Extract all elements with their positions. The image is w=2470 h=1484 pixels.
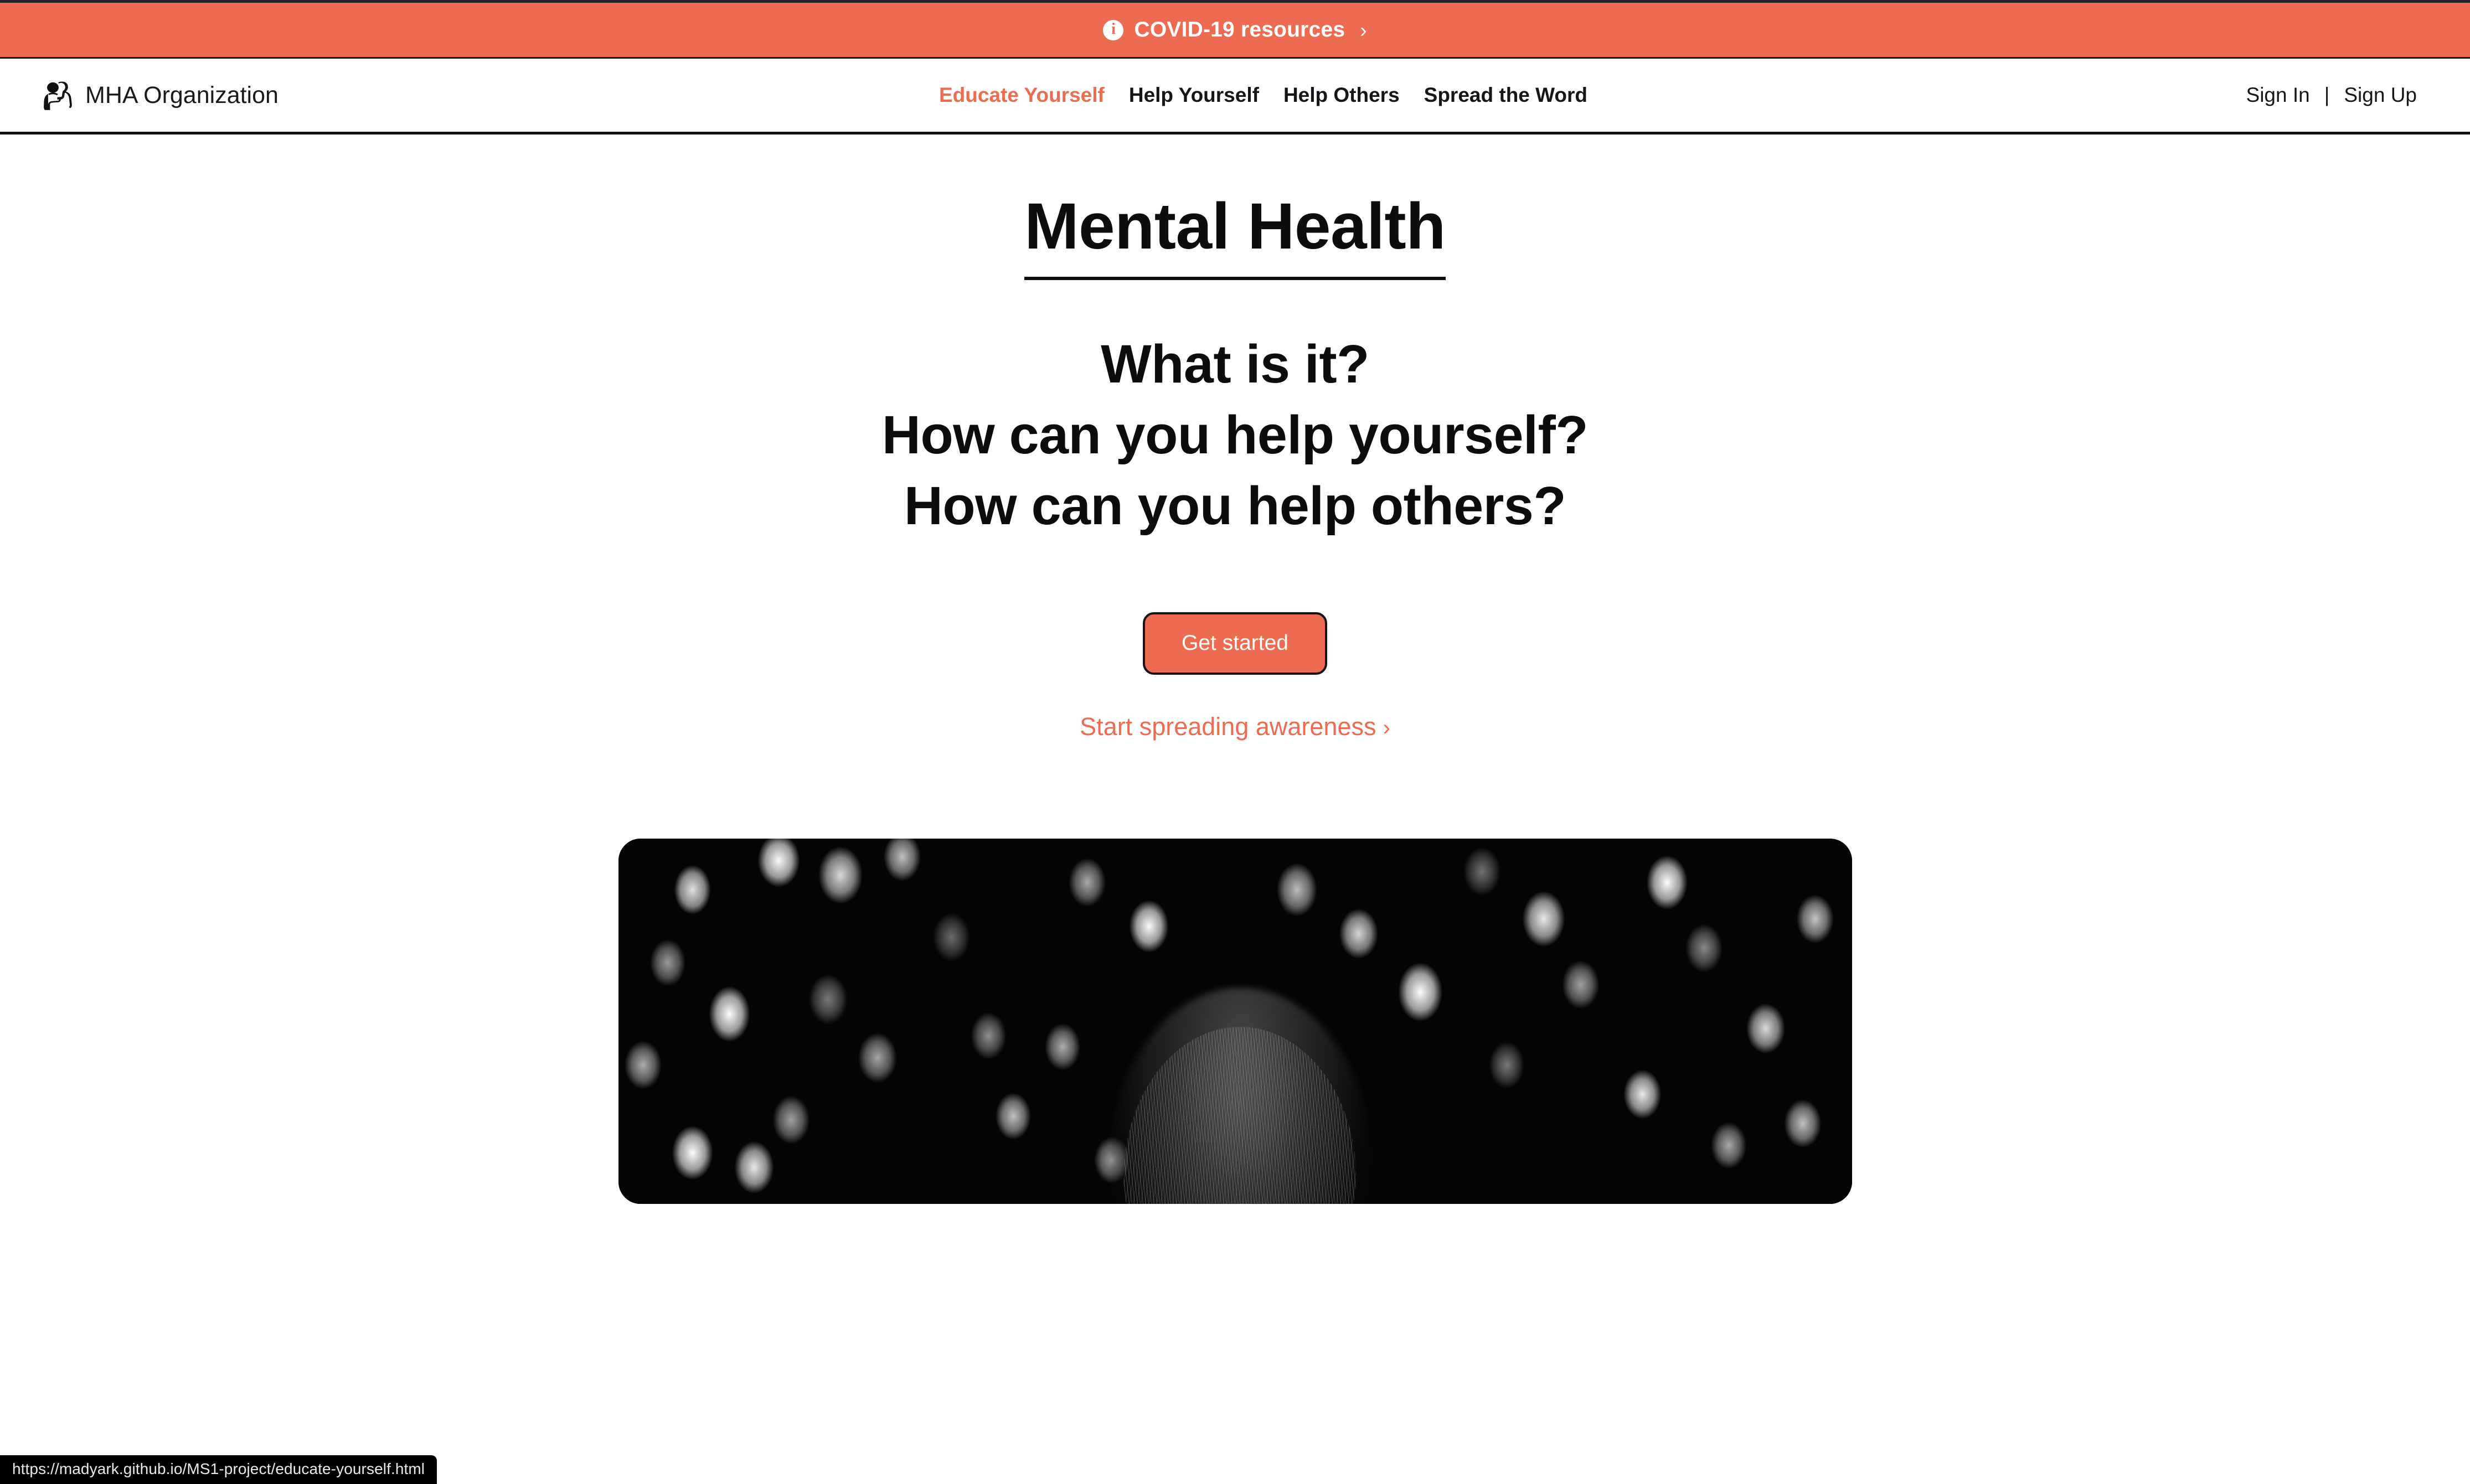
- main-navbar: MHA Organization Educate Yourself Help Y…: [0, 59, 2470, 135]
- brand-home-link[interactable]: MHA Organization: [40, 77, 279, 113]
- awareness-link-label: Start spreading awareness: [1080, 712, 1376, 741]
- hero-question-what-is-it: What is it?: [1101, 334, 1369, 394]
- nav-link-spread-the-word[interactable]: Spread the Word: [1424, 84, 1587, 107]
- brand-name-label: MHA Organization: [85, 81, 279, 108]
- nav-link-help-yourself[interactable]: Help Yourself: [1129, 84, 1259, 107]
- start-spreading-awareness-link[interactable]: Start spreading awareness ›: [1080, 712, 1390, 741]
- cta-container: Get started: [0, 612, 2470, 675]
- hero-question-help-yourself: How can you help yourself?: [881, 405, 1589, 466]
- info-circle-icon: i: [1103, 19, 1124, 40]
- sign-up-link[interactable]: Sign Up: [2344, 84, 2417, 107]
- sign-in-link[interactable]: Sign In: [2246, 84, 2310, 107]
- chevron-right-icon: ›: [1360, 18, 1367, 42]
- chevron-right-icon: ›: [1383, 715, 1390, 740]
- primary-nav: Educate Yourself Help Yourself Help Othe…: [939, 84, 1587, 107]
- nav-link-educate-yourself[interactable]: Educate Yourself: [939, 84, 1105, 107]
- hero-image-container: [0, 838, 2470, 1204]
- auth-nav: Sign In | Sign Up: [2246, 84, 2417, 107]
- covid-resources-banner[interactable]: i COVID-19 resources ›: [0, 3, 2470, 59]
- info-glyph: i: [1111, 20, 1116, 38]
- get-started-button[interactable]: Get started: [1143, 612, 1327, 675]
- covid-resources-link[interactable]: i COVID-19 resources ›: [1103, 18, 1367, 42]
- nav-link-help-others[interactable]: Help Others: [1283, 84, 1400, 107]
- hero-bokeh-portrait-image: [618, 838, 1852, 1204]
- hero-section: Mental Health What is it? How can you he…: [0, 135, 2470, 1204]
- covid-banner-label: COVID-19 resources: [1134, 18, 1345, 42]
- hero-question-help-others: How can you help others?: [904, 475, 1566, 536]
- page-title: Mental Health: [1024, 194, 1446, 280]
- hero-questions: What is it? How can you help yourself? H…: [0, 329, 2470, 541]
- awareness-container: Start spreading awareness ›: [0, 712, 2470, 741]
- two-people-embracing-logo-icon: [44, 81, 72, 110]
- auth-divider: |: [2324, 84, 2330, 106]
- browser-status-bar-url: https://madyark.github.io/MS1-project/ed…: [0, 1455, 437, 1484]
